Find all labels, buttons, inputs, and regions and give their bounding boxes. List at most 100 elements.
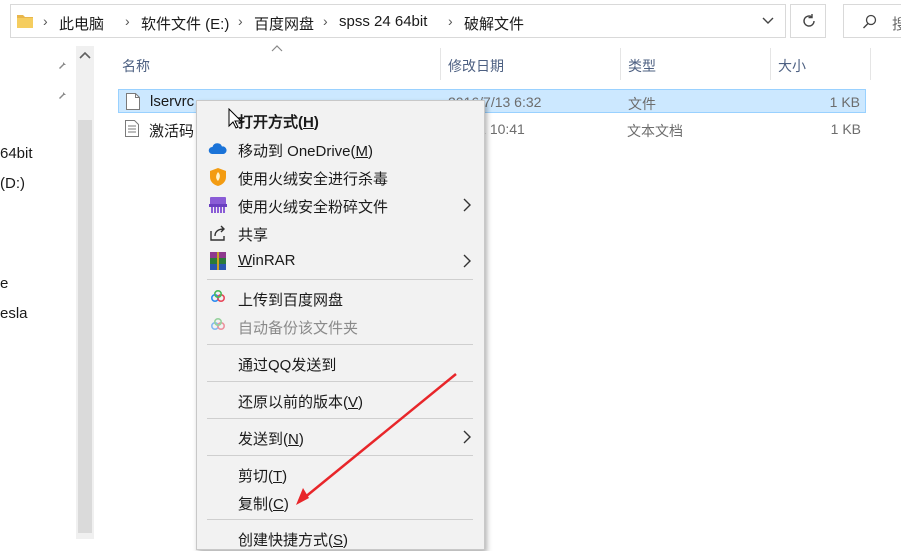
column-divider[interactable] [440, 48, 441, 80]
menu-hotkey: N [288, 431, 299, 448]
menu-item-move-to-onedrive[interactable]: 移动到 OneDrive(M) [197, 136, 484, 162]
menu-label: 共享 [238, 227, 269, 244]
address-bar[interactable]: › 此电脑 › 软件文件 (E:) › 百度网盘 › spss 24 64bit… [10, 4, 786, 38]
menu-item-send-to[interactable]: 发送到(N) [197, 424, 484, 450]
menu-item-create-shortcut[interactable]: 创建快捷方式(S) [197, 525, 484, 551]
breadcrumb-spss[interactable]: spss 24 64bit [339, 13, 427, 30]
nav-item-esla[interactable]: esla [0, 305, 28, 322]
search-icon [863, 14, 877, 29]
column-divider[interactable] [870, 48, 871, 80]
menu-label: 使用火绒安全粉碎文件 [238, 199, 389, 216]
menu-hotkey: W [238, 252, 253, 269]
column-header-type[interactable]: 类型 [628, 56, 656, 76]
chevron-right-icon [463, 198, 471, 212]
file-name[interactable]: 激活码 [149, 120, 194, 141]
scrollbar-thumb[interactable] [78, 120, 92, 533]
winrar-icon [210, 252, 226, 270]
column-header-name[interactable]: 名称 [122, 56, 150, 76]
text-file-icon [125, 120, 139, 137]
menu-item-huorong-scan[interactable]: 使用火绒安全进行杀毒 [197, 164, 484, 190]
baidu-netdisk-icon [210, 317, 226, 331]
menu-label: 自动备份该文件夹 [238, 320, 359, 337]
breadcrumb-crack-files[interactable]: 破解文件 [464, 13, 524, 34]
menu-separator [207, 418, 473, 419]
breadcrumb-baidu-netdisk[interactable]: 百度网盘 [254, 13, 314, 34]
menu-item-send-via-qq[interactable]: 通过QQ发送到 [197, 350, 484, 376]
mouse-cursor-icon [228, 108, 242, 129]
menu-item-cut[interactable]: 剪切(T) [197, 461, 484, 487]
column-header-size[interactable]: 大小 [778, 56, 806, 76]
menu-label: 通过QQ发送到 [238, 357, 337, 374]
chevron-right-icon [463, 430, 471, 444]
chevron-right-icon: › [125, 13, 130, 29]
nav-scrollbar[interactable] [76, 46, 94, 539]
refresh-button[interactable] [790, 4, 826, 38]
menu-label: 打开方式( [238, 114, 303, 131]
menu-label: 剪切( [238, 468, 273, 485]
breadcrumb-this-pc[interactable]: 此电脑 [59, 13, 104, 34]
menu-separator [207, 455, 473, 456]
menu-hotkey: C [273, 496, 284, 513]
chevron-right-icon: › [323, 13, 328, 29]
menu-separator [207, 381, 473, 382]
search-input[interactable]: 搜 [843, 4, 901, 38]
refresh-icon [803, 14, 815, 27]
menu-label: 上传到百度网盘 [238, 292, 344, 309]
onedrive-icon [208, 143, 227, 154]
chevron-right-icon: › [43, 13, 48, 29]
file-type: 文件 [628, 96, 656, 112]
menu-hotkey: S [333, 532, 344, 549]
menu-hotkey: M [355, 143, 369, 160]
menu-label: 创建快捷方式( [238, 532, 333, 549]
menu-item-restore-previous[interactable]: 还原以前的版本(V) [197, 387, 484, 413]
menu-label-suffix: ) [282, 468, 288, 485]
menu-label-suffix: ) [358, 394, 364, 411]
chevron-down-icon[interactable] [761, 13, 775, 27]
pin-icon[interactable] [57, 58, 69, 70]
column-divider[interactable] [620, 48, 621, 80]
pin-icon[interactable] [57, 88, 69, 100]
menu-label-suffix: ) [298, 431, 304, 448]
menu-separator [207, 279, 473, 280]
menu-label-suffix: ) [343, 532, 349, 549]
menu-separator [207, 344, 473, 345]
context-menu: 打开方式(H) 移动到 OneDrive(M) 使用火绒安全进行杀毒 使用火绒安… [196, 100, 485, 550]
menu-item-huorong-shred[interactable]: 使用火绒安全粉碎文件 [197, 192, 484, 218]
menu-hotkey: H [303, 114, 314, 131]
nav-item-drive-d[interactable]: (D:) [0, 175, 25, 192]
menu-label: 使用火绒安全进行杀毒 [238, 171, 389, 188]
file-name[interactable]: lservrc [150, 93, 194, 110]
menu-separator [207, 519, 473, 520]
menu-label: 移动到 OneDrive( [238, 143, 356, 160]
sort-up-icon [271, 45, 283, 52]
file-type: 文本文档 [627, 123, 683, 139]
baidu-netdisk-icon [210, 289, 226, 303]
column-divider[interactable] [770, 48, 771, 80]
menu-label-suffix: ) [313, 114, 319, 131]
search-placeholder: 搜 [892, 16, 901, 33]
file-size: 1 KB [829, 94, 860, 110]
file-icon [126, 93, 140, 110]
chevron-right-icon: › [448, 13, 453, 29]
huorong-shield-icon [210, 168, 226, 186]
menu-item-share[interactable]: 共享 [197, 220, 484, 246]
menu-label: 还原以前的版本( [238, 394, 348, 411]
nav-item-e[interactable]: e [0, 275, 8, 292]
nav-item-spss[interactable]: 64bit [0, 145, 33, 162]
menu-label: 复制( [238, 496, 273, 513]
folder-icon [17, 15, 33, 28]
menu-item-winrar[interactable]: WinRAR [197, 248, 484, 274]
scroll-up-icon[interactable] [79, 51, 91, 61]
share-icon [210, 225, 225, 241]
menu-item-copy[interactable]: 复制(C) [197, 489, 484, 515]
menu-item-upload-baidu[interactable]: 上传到百度网盘 [197, 285, 484, 311]
file-size: 1 KB [830, 121, 861, 137]
chevron-right-icon: › [238, 13, 243, 29]
column-header-date[interactable]: 修改日期 [448, 56, 504, 76]
breadcrumb-drive-e[interactable]: 软件文件 (E:) [141, 13, 229, 34]
menu-label: 发送到( [238, 431, 288, 448]
menu-hotkey: V [348, 394, 359, 411]
menu-item-auto-backup[interactable]: 自动备份该文件夹 [197, 313, 484, 339]
chevron-right-icon [463, 254, 471, 268]
menu-hotkey: T [273, 468, 283, 485]
